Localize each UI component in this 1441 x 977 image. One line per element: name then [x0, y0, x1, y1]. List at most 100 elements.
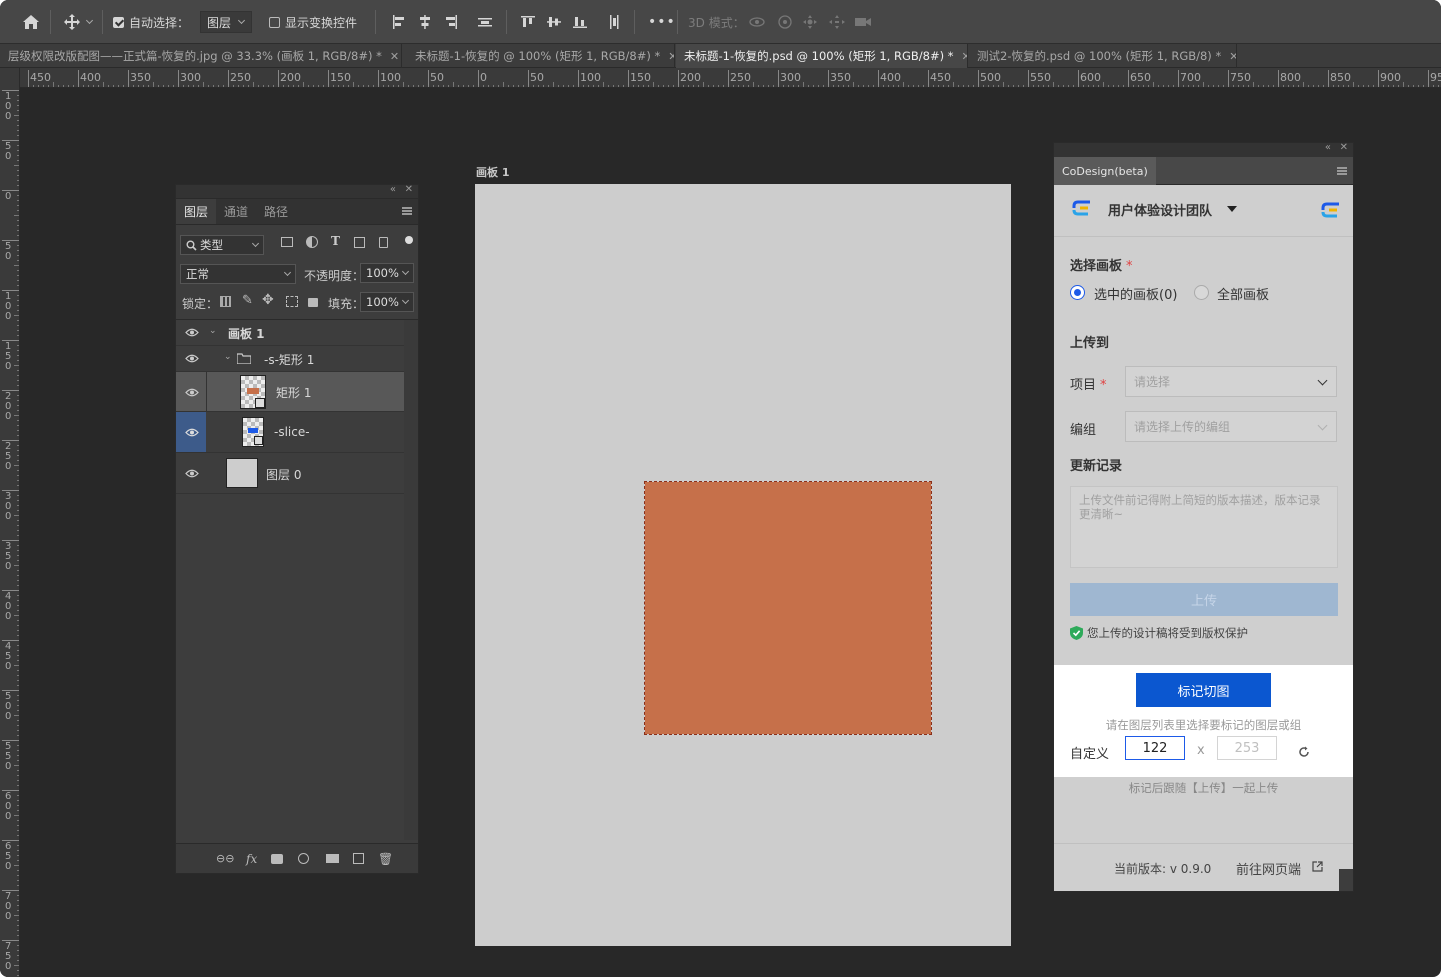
filter-adjustment-icon[interactable]	[306, 236, 318, 248]
close-icon[interactable]: ✕	[1340, 142, 1348, 153]
rectangle-shape[interactable]	[644, 481, 932, 735]
expand-chevron-icon[interactable]: ⌄	[224, 352, 232, 362]
ruler-minor-tick	[1048, 85, 1049, 87]
new-group-icon[interactable]	[326, 854, 339, 863]
caret-down-icon[interactable]	[1227, 206, 1237, 212]
fx-icon[interactable]: fx	[246, 852, 257, 866]
mark-slice-button[interactable]: 标记切图	[1136, 673, 1271, 707]
horizontal-ruler[interactable]: 450 400 350 300 250 200 150 100 50 0 50 100 150 200 25…	[20, 68, 1441, 88]
radio-all-artboards[interactable]	[1194, 285, 1209, 300]
filter-toggle-icon[interactable]	[405, 236, 413, 244]
tab-doc-1[interactable]: 层级权限改版配图——正式篇-恢复的.jpg @ 33.3% (画板 1, RGB…	[0, 44, 402, 68]
lock-transparent-icon[interactable]	[220, 296, 231, 307]
external-link-icon[interactable]	[1312, 861, 1323, 872]
close-icon[interactable]: ✕	[668, 50, 674, 63]
close-icon[interactable]: ✕	[962, 50, 968, 63]
move-tool-icon[interactable]	[63, 0, 94, 44]
ruler-major-tick	[878, 70, 879, 87]
ruler-minor-tick	[748, 85, 749, 87]
filter-pixel-icon[interactable]	[281, 237, 293, 247]
blend-mode-dropdown[interactable]: 正常	[180, 264, 296, 284]
close-icon[interactable]: ✕	[390, 50, 399, 63]
layer-row-layer0[interactable]: 图层 0	[176, 453, 404, 494]
mask-icon[interactable]	[271, 854, 283, 864]
auto-select-target-dropdown[interactable]: 图层	[200, 0, 252, 44]
opacity-input[interactable]: 100%	[360, 263, 414, 283]
tab-doc-3[interactable]: 未标题-1-恢复的.psd @ 100% (矩形 1, RGB/8#) *✕	[676, 44, 968, 68]
eye-icon[interactable]	[185, 388, 199, 397]
layer-row-slice[interactable]: -slice-	[176, 412, 404, 453]
lock-pixels-icon[interactable]: ✎	[242, 293, 253, 308]
show-transform-checkbox[interactable]: 显示变换控件	[269, 0, 357, 44]
tab-doc-2[interactable]: 未标题-1-恢复的 @ 100% (矩形 1, RGB/8#) *✕	[407, 44, 675, 68]
layer-filter-dropdown[interactable]: 类型	[180, 235, 264, 255]
layer-row-group[interactable]: ⌄ -s-矩形 1	[176, 346, 404, 372]
upload-button[interactable]: 上传	[1070, 583, 1338, 616]
height-input[interactable]: 253	[1217, 736, 1277, 760]
layer-row-artboard[interactable]: ⌄ 画板 1	[176, 320, 404, 346]
ruler-minor-tick	[17, 350, 19, 351]
distribute-v-icon[interactable]	[607, 0, 621, 44]
tab-layers[interactable]: 图层	[176, 199, 217, 224]
ruler-minor-tick	[14, 565, 19, 566]
codesign-app-icon[interactable]	[1321, 201, 1341, 219]
align-top-icon[interactable]	[521, 0, 535, 44]
radio-selected-artboard[interactable]	[1070, 285, 1085, 300]
vertical-ruler[interactable]: 100 50 0 50 100 150 200 250 300 350 400 450 500 550 60…	[0, 68, 20, 977]
lock-artboard-icon[interactable]	[286, 296, 298, 307]
lock-position-icon[interactable]: ✥	[262, 292, 274, 308]
filter-smart-object-icon[interactable]	[379, 237, 388, 248]
close-icon[interactable]: ✕	[1229, 50, 1236, 63]
align-left-icon[interactable]	[392, 0, 406, 44]
ruler-minor-tick	[1368, 85, 1369, 87]
fill-label: 填充：	[328, 297, 365, 311]
tab-channels[interactable]: 通道	[216, 199, 256, 224]
eye-icon[interactable]	[185, 354, 199, 363]
tab-codesign[interactable]: CoDesign(beta)	[1054, 157, 1156, 185]
auto-select-checkbox[interactable]: 自动选择：	[113, 0, 189, 44]
layer-row-rect[interactable]: 矩形 1	[176, 372, 404, 412]
distribute-icon[interactable]	[478, 0, 492, 44]
goto-web-link[interactable]: 前往网页端	[1236, 859, 1301, 878]
group-select[interactable]: 请选择上传的编组	[1125, 411, 1337, 442]
fill-input[interactable]: 100%	[360, 292, 414, 312]
tab-doc-4[interactable]: 测试2-恢复的.psd @ 100% (矩形 1, RGB/8) *✕	[969, 44, 1237, 68]
align-hcenter-icon[interactable]	[418, 0, 432, 44]
align-vcenter-icon[interactable]	[547, 0, 561, 44]
filter-type-icon[interactable]: T	[331, 234, 340, 248]
team-dropdown[interactable]: 用户体验设计团队	[1108, 200, 1212, 219]
collapse-icon[interactable]: «	[1325, 142, 1331, 153]
panel-menu-icon[interactable]	[1337, 167, 1347, 175]
ruler-minor-tick	[17, 135, 19, 136]
expand-chevron-icon[interactable]: ⌄	[209, 326, 217, 336]
layers-scrollbar[interactable]	[404, 320, 418, 840]
tab-paths[interactable]: 路径	[256, 199, 296, 224]
ruler-minor-tick	[393, 85, 394, 87]
eye-icon[interactable]	[185, 469, 199, 478]
refresh-icon[interactable]	[1298, 746, 1310, 758]
version-label: 当前版本: v 0.9.0	[1114, 862, 1212, 876]
align-bottom-icon[interactable]	[573, 0, 587, 44]
changelog-textarea[interactable]: 上传文件前记得附上简短的版本描述，版本记录更清晰~	[1070, 486, 1338, 568]
home-icon[interactable]	[22, 0, 40, 44]
radio-selected-label[interactable]: 选中的画板(0)	[1094, 284, 1177, 303]
close-icon[interactable]: ✕	[405, 184, 413, 195]
more-options-icon[interactable]: •••	[648, 0, 676, 44]
radio-all-label[interactable]: 全部画板	[1217, 284, 1269, 303]
link-icon[interactable]: ⊖⊖	[216, 852, 234, 865]
adjustment-layer-icon[interactable]	[298, 853, 309, 864]
eye-icon[interactable]	[185, 428, 199, 437]
trash-icon[interactable]: 🗑	[378, 852, 393, 866]
eye-icon[interactable]	[185, 328, 199, 337]
collapse-icon[interactable]: «	[390, 184, 396, 195]
artboard-label[interactable]: 画板 1	[476, 164, 509, 180]
lock-all-icon[interactable]	[308, 298, 318, 307]
project-select[interactable]: 请选择	[1125, 366, 1337, 397]
panel-menu-icon[interactable]	[402, 207, 412, 215]
resize-handle[interactable]	[1339, 869, 1353, 891]
width-input[interactable]: 122	[1125, 736, 1185, 760]
filter-shape-icon[interactable]	[354, 237, 365, 248]
ruler-minor-tick	[17, 855, 19, 856]
align-right-icon[interactable]	[444, 0, 458, 44]
new-layer-icon[interactable]	[353, 853, 364, 864]
